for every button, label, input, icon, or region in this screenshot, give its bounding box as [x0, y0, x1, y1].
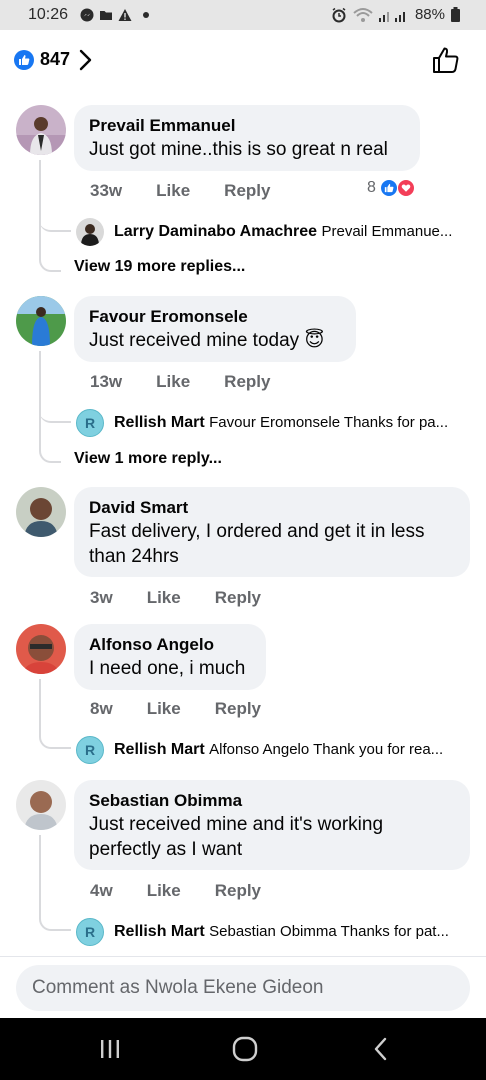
reply-button[interactable]: Reply: [224, 372, 270, 392]
reply-snippet: Sebastian Obimma Thanks for pat...: [209, 923, 449, 940]
avatar[interactable]: [16, 487, 66, 537]
like-button[interactable]: Like: [156, 181, 190, 201]
like-button[interactable]: Like: [147, 699, 181, 719]
comment-text: I need one, i much: [89, 658, 246, 679]
comment-bubble[interactable]: Prevail Emmanuel Just got mine..this is …: [74, 105, 420, 171]
reply-snippet: Favour Eromonsele Thanks for pa...: [209, 414, 449, 431]
more-notifications-icon: [143, 12, 149, 18]
comment-author[interactable]: Sebastian Obimma: [89, 790, 455, 812]
reaction-count: 8: [367, 179, 376, 196]
like-summary[interactable]: 847: [14, 49, 70, 70]
reply-snippet: Prevail Emmanue...: [321, 223, 453, 240]
like-count: 847: [40, 49, 71, 69]
love-reaction-icon: [396, 179, 415, 197]
reply-button[interactable]: Reply: [215, 699, 261, 719]
comment-text-line: Fast delivery, I ordered and get it in l…: [89, 521, 425, 542]
recent-apps-icon[interactable]: [98, 1038, 122, 1060]
comment-age[interactable]: 33w: [90, 181, 122, 201]
messenger-icon: [80, 8, 94, 22]
reply-button[interactable]: Reply: [215, 588, 261, 608]
like-button[interactable]: Like: [147, 881, 181, 901]
signal-icon: [378, 11, 405, 22]
comment-input[interactable]: Comment as Nwola Ekene Gideon: [16, 965, 470, 1011]
comment-text: Just got mine..this is so great n real: [89, 139, 388, 160]
comment-text-line: perfectly as I want: [89, 839, 243, 860]
reply-author[interactable]: Rellish Mart: [114, 741, 205, 758]
reply-avatar[interactable]: R: [76, 918, 104, 946]
comment-text: Just received mine today 😇: [89, 330, 325, 351]
comment-actions: 13w Like Reply: [90, 372, 270, 392]
comment-bubble[interactable]: Alfonso Angelo I need one, i much: [74, 624, 266, 690]
avatar[interactable]: [16, 105, 66, 155]
comment-text-line: Just received mine and it's working: [89, 814, 384, 835]
thread-branch: [39, 351, 71, 423]
like-reaction-icon: [379, 179, 398, 197]
thread-line: [39, 232, 61, 272]
reply-author[interactable]: Rellish Mart: [114, 923, 205, 940]
reply-avatar[interactable]: R: [76, 409, 104, 437]
reply-button[interactable]: Reply: [224, 181, 270, 201]
reply-preview[interactable]: Rellish Mart Favour Eromonsele Thanks fo…: [114, 414, 470, 432]
comment-author[interactable]: David Smart: [89, 497, 455, 519]
system-nav-bar: [0, 1018, 486, 1080]
home-icon[interactable]: [232, 1036, 258, 1062]
thread-line: [39, 423, 61, 463]
notification-icons: [80, 8, 149, 22]
thread-branch: [39, 679, 71, 749]
comments-header: 847: [0, 30, 486, 90]
avatar[interactable]: [16, 780, 66, 830]
comment-actions: 3w Like Reply: [90, 588, 261, 608]
folder-icon: [100, 11, 112, 20]
comment-bubble[interactable]: David Smart Fast delivery, I ordered and…: [74, 487, 470, 577]
alarm-icon: [332, 7, 346, 22]
comment-age[interactable]: 3w: [90, 588, 113, 608]
like-button[interactable]: Like: [147, 588, 181, 608]
comment-bubble[interactable]: Favour Eromonsele Just received mine tod…: [74, 296, 356, 362]
reply-author[interactable]: Rellish Mart: [114, 414, 205, 431]
view-more-replies[interactable]: View 19 more replies...: [74, 258, 245, 276]
comment-actions: 4w Like Reply: [90, 881, 261, 901]
comment-author[interactable]: Favour Eromonsele: [89, 306, 341, 328]
comment-actions: 8w Like Reply: [90, 699, 261, 719]
status-time: 10:26: [28, 6, 69, 23]
comment-age[interactable]: 13w: [90, 372, 122, 392]
view-more-replies[interactable]: View 1 more reply...: [74, 450, 222, 468]
comment-input-placeholder: Comment as Nwola Ekene Gideon: [32, 977, 324, 998]
chevron-right-icon[interactable]: [78, 48, 94, 72]
battery-icon: [451, 7, 460, 22]
thread-branch: [39, 160, 71, 232]
thread-branch: [39, 835, 71, 931]
comment-composer-bar: Comment as Nwola Ekene Gideon: [0, 956, 486, 1018]
comment-bubble[interactable]: Sebastian Obimma Just received mine and …: [74, 780, 470, 870]
like-post-icon[interactable]: [432, 46, 460, 74]
reply-preview[interactable]: Rellish Mart Sebastian Obimma Thanks for…: [114, 923, 470, 941]
avatar[interactable]: [16, 624, 66, 674]
like-button[interactable]: Like: [156, 372, 190, 392]
comment-author[interactable]: Prevail Emmanuel: [89, 115, 405, 137]
comment-author[interactable]: Alfonso Angelo: [89, 634, 251, 656]
warning-icon: [118, 9, 132, 21]
wifi-icon: [353, 7, 373, 22]
avatar[interactable]: [16, 296, 66, 346]
comment-actions: 33w Like Reply: [90, 181, 270, 201]
comment-text-line: than 24hrs: [89, 546, 179, 567]
back-icon[interactable]: [372, 1036, 390, 1062]
reply-preview[interactable]: Rellish Mart Alfonso Angelo Thank you fo…: [114, 741, 470, 759]
reply-preview[interactable]: Larry Daminabo Amachree Prevail Emmanue.…: [114, 223, 470, 241]
reply-author[interactable]: Larry Daminabo Amachree: [114, 223, 317, 240]
comment-age[interactable]: 4w: [90, 881, 113, 901]
reply-button[interactable]: Reply: [215, 881, 261, 901]
status-bar: 10:26 88%: [0, 0, 486, 30]
like-reaction-icon: [14, 49, 34, 70]
reply-snippet: Alfonso Angelo Thank you for rea...: [209, 741, 444, 758]
reply-avatar[interactable]: [76, 218, 104, 246]
system-icons: 88%: [331, 6, 460, 23]
battery-percent: 88%: [414, 6, 445, 23]
comment-age[interactable]: 8w: [90, 699, 113, 719]
reaction-summary[interactable]: 8: [367, 179, 415, 197]
reply-avatar[interactable]: R: [76, 736, 104, 764]
